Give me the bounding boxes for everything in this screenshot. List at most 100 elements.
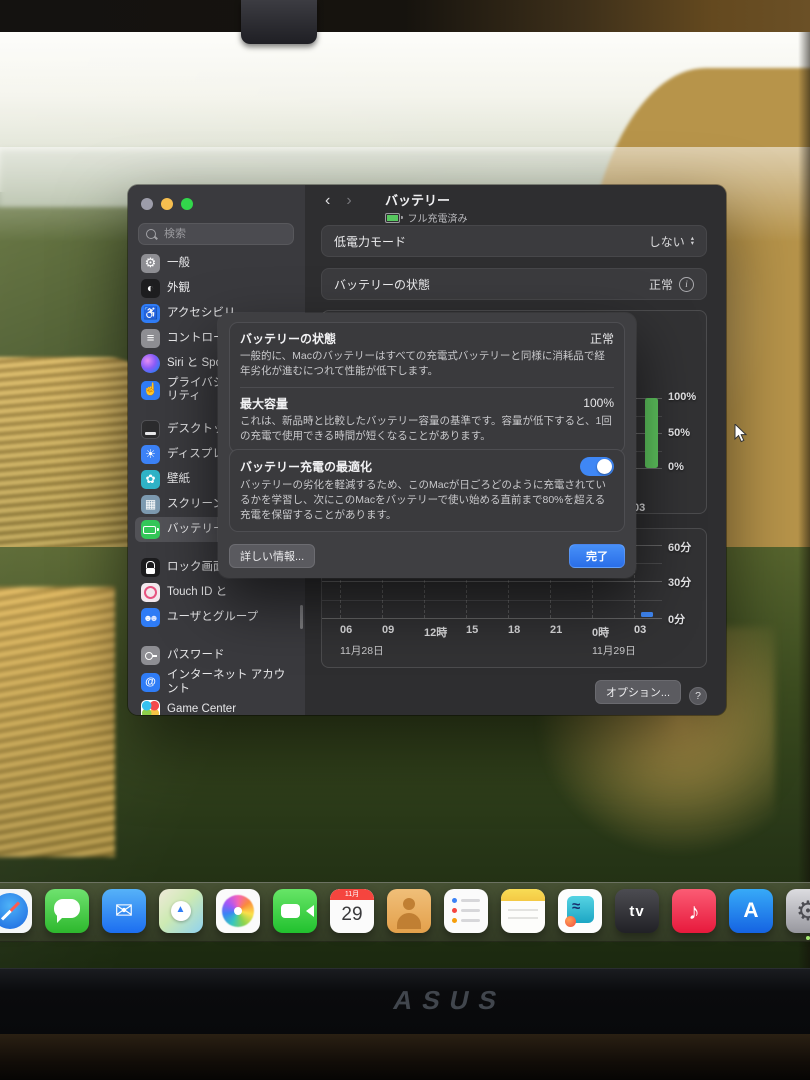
zoom-button[interactable] [181,198,193,210]
dock-app-store-icon[interactable] [729,889,773,933]
info-icon[interactable] [679,277,694,292]
low-power-mode-select[interactable]: しない ▴▾ [649,233,694,250]
accessibility-icon [141,304,160,323]
sidebar-item-general[interactable]: 一般 [135,251,298,276]
usage-date-start: 11月28日 [340,643,384,658]
sidebar-item-label: Game Center [167,703,236,715]
dock-maps-icon[interactable] [159,889,203,933]
sidebar-item-label: 壁紙 [167,473,190,486]
close-button[interactable] [141,198,153,210]
display-sun-icon [141,445,160,464]
battery-health-label: バッテリーの状態 [334,276,430,293]
sidebar-group-gap [128,630,305,643]
battery-health-value: 正常 [649,276,673,293]
photo-of-monitor: 一般 外観 アクセシビリ コントロール Siri と Spotl プライバシーと… [0,0,810,1080]
low-power-mode-label: 低電力モード [334,233,406,250]
dock-reminders-icon[interactable] [444,889,488,933]
low-power-mode-row: 低電力モード しない ▴▾ [321,225,707,257]
usage-xtick: 12時 [424,624,447,640]
dock-mail-icon[interactable] [102,889,146,933]
battery-status-icon [385,213,403,223]
monitor-screen: 一般 外観 アクセシビリ コントロール Siri と Spotl プライバシーと… [0,32,810,968]
dock-system-settings-icon[interactable] [786,889,810,933]
sidebar-item-touch-id[interactable]: Touch ID と [135,580,298,605]
charge-status-text: フル充電済み [408,210,468,225]
monitor-camera-clamp [241,0,317,44]
privacy-hand-icon [141,381,160,400]
optimize-section-body: バッテリーの劣化を軽減するため、このMacが日ごろどのように充電されているかを学… [240,478,614,523]
room-background [0,0,810,32]
minimize-button[interactable] [161,198,173,210]
dock-calendar-icon[interactable]: 11月 29 [330,889,374,933]
sidebar-item-appearance[interactable]: 外観 [135,276,298,301]
sidebar-item-passwords[interactable]: パスワード [135,643,298,668]
usage-xtick: 21 [550,624,562,636]
optimize-charging-card: バッテリー充電の最適化 バッテリーの劣化を軽減するため、このMacが日ごろどのよ… [229,449,625,532]
sidebar-item-game-center[interactable]: Game Center [135,697,298,715]
usage-axis-0: 0分 [668,611,685,627]
sidebar-item-label: 外観 [167,282,190,295]
options-button[interactable]: オプション... [595,680,681,704]
capacity-section-value: 100% [583,396,614,410]
dock-music-icon[interactable] [672,889,716,933]
sidebar-item-label: ロック画面 [167,561,225,574]
screensaver-icon [141,495,160,514]
battery-health-row: バッテリーの状態 正常 [321,268,707,300]
dock-facetime-icon[interactable] [273,889,317,933]
usage-xtick: 09 [382,624,394,636]
capacity-section-body: これは、新品時と比較したバッテリー容量の基準です。容量が低下すると、1回の充電で… [240,414,614,444]
dock-photos-icon[interactable] [216,889,260,933]
appearance-icon [141,279,160,298]
sidebar-item-internet-accounts[interactable]: インターネット アカウント [135,668,298,696]
usage-axis-60: 60分 [668,539,691,555]
more-info-button[interactable]: 詳しい情報... [229,544,315,568]
dock-contacts-icon[interactable] [387,889,431,933]
at-sign-icon [141,673,160,692]
help-button[interactable]: ? [689,687,707,705]
dock-safari-icon[interactable] [0,889,32,933]
control-center-icon [141,329,160,348]
page-title-block: バッテリー フル充電済み [385,190,468,225]
optimize-section: バッテリー充電の最適化 バッテリーの劣化を軽減するため、このMacが日ごろどのよ… [230,450,624,531]
dock-messages-icon[interactable] [45,889,89,933]
gear-icon [141,254,160,273]
health-capacity-card: バッテリーの状態 正常 一般的に、Macのバッテリーはすべての充電式バッテリーと… [229,322,625,453]
done-button[interactable]: 完了 [569,544,625,568]
back-chevron-icon[interactable]: ‹ [325,192,330,210]
running-app-indicator [806,936,810,940]
window-controls [141,198,193,210]
dock-apple-tv-icon[interactable]: tv [615,889,659,933]
forward-chevron-icon[interactable]: › [346,192,351,210]
lock-icon [141,558,160,577]
sidebar-item-users-groups[interactable]: ユーザとグループ [135,605,298,630]
search-input[interactable] [162,227,276,241]
key-icon [141,646,160,665]
sidebar-item-label: パスワード [167,649,225,662]
page-title: バッテリー [385,190,468,209]
health-section-title: バッテリーの状態 [240,330,336,347]
usage-xtick: 18 [508,624,520,636]
freeform-squiggle: ≈ [572,898,580,915]
sidebar-scrollbar[interactable] [300,605,303,629]
sidebar-item-label: ユーザとグループ [167,611,258,624]
optimize-charging-toggle[interactable] [580,457,614,476]
screen-right-edge-shadow [798,32,810,968]
capacity-section-title: 最大容量 [240,395,288,412]
health-section: バッテリーの状態 正常 一般的に、Macのバッテリーはすべての充電式バッテリーと… [230,323,624,387]
chevron-up-down-icon: ▴▾ [691,236,694,246]
capacity-section: 最大容量 100% これは、新品時と比較したバッテリー容量の基準です。容量が低下… [230,388,624,452]
usage-axis-30: 30分 [668,574,691,590]
users-icon [141,608,160,627]
health-section-value: 正常 [590,330,614,347]
sidebar-search-field[interactable] [138,223,294,245]
dock-notes-icon[interactable] [501,889,545,933]
battery-axis-50: 50% [668,427,690,439]
battery-axis-0: 0% [668,461,684,473]
sidebar-item-label: 一般 [167,257,190,270]
usage-xtick: 0時 [592,624,609,640]
dock-freeform-icon[interactable]: ≈ [558,889,602,933]
monitor-brand-logo: ASUS [0,985,810,1016]
usage-xtick: 15 [466,624,478,636]
sidebar-item-label: インターネット アカウント [167,669,292,695]
calendar-day: 29 [330,900,374,930]
